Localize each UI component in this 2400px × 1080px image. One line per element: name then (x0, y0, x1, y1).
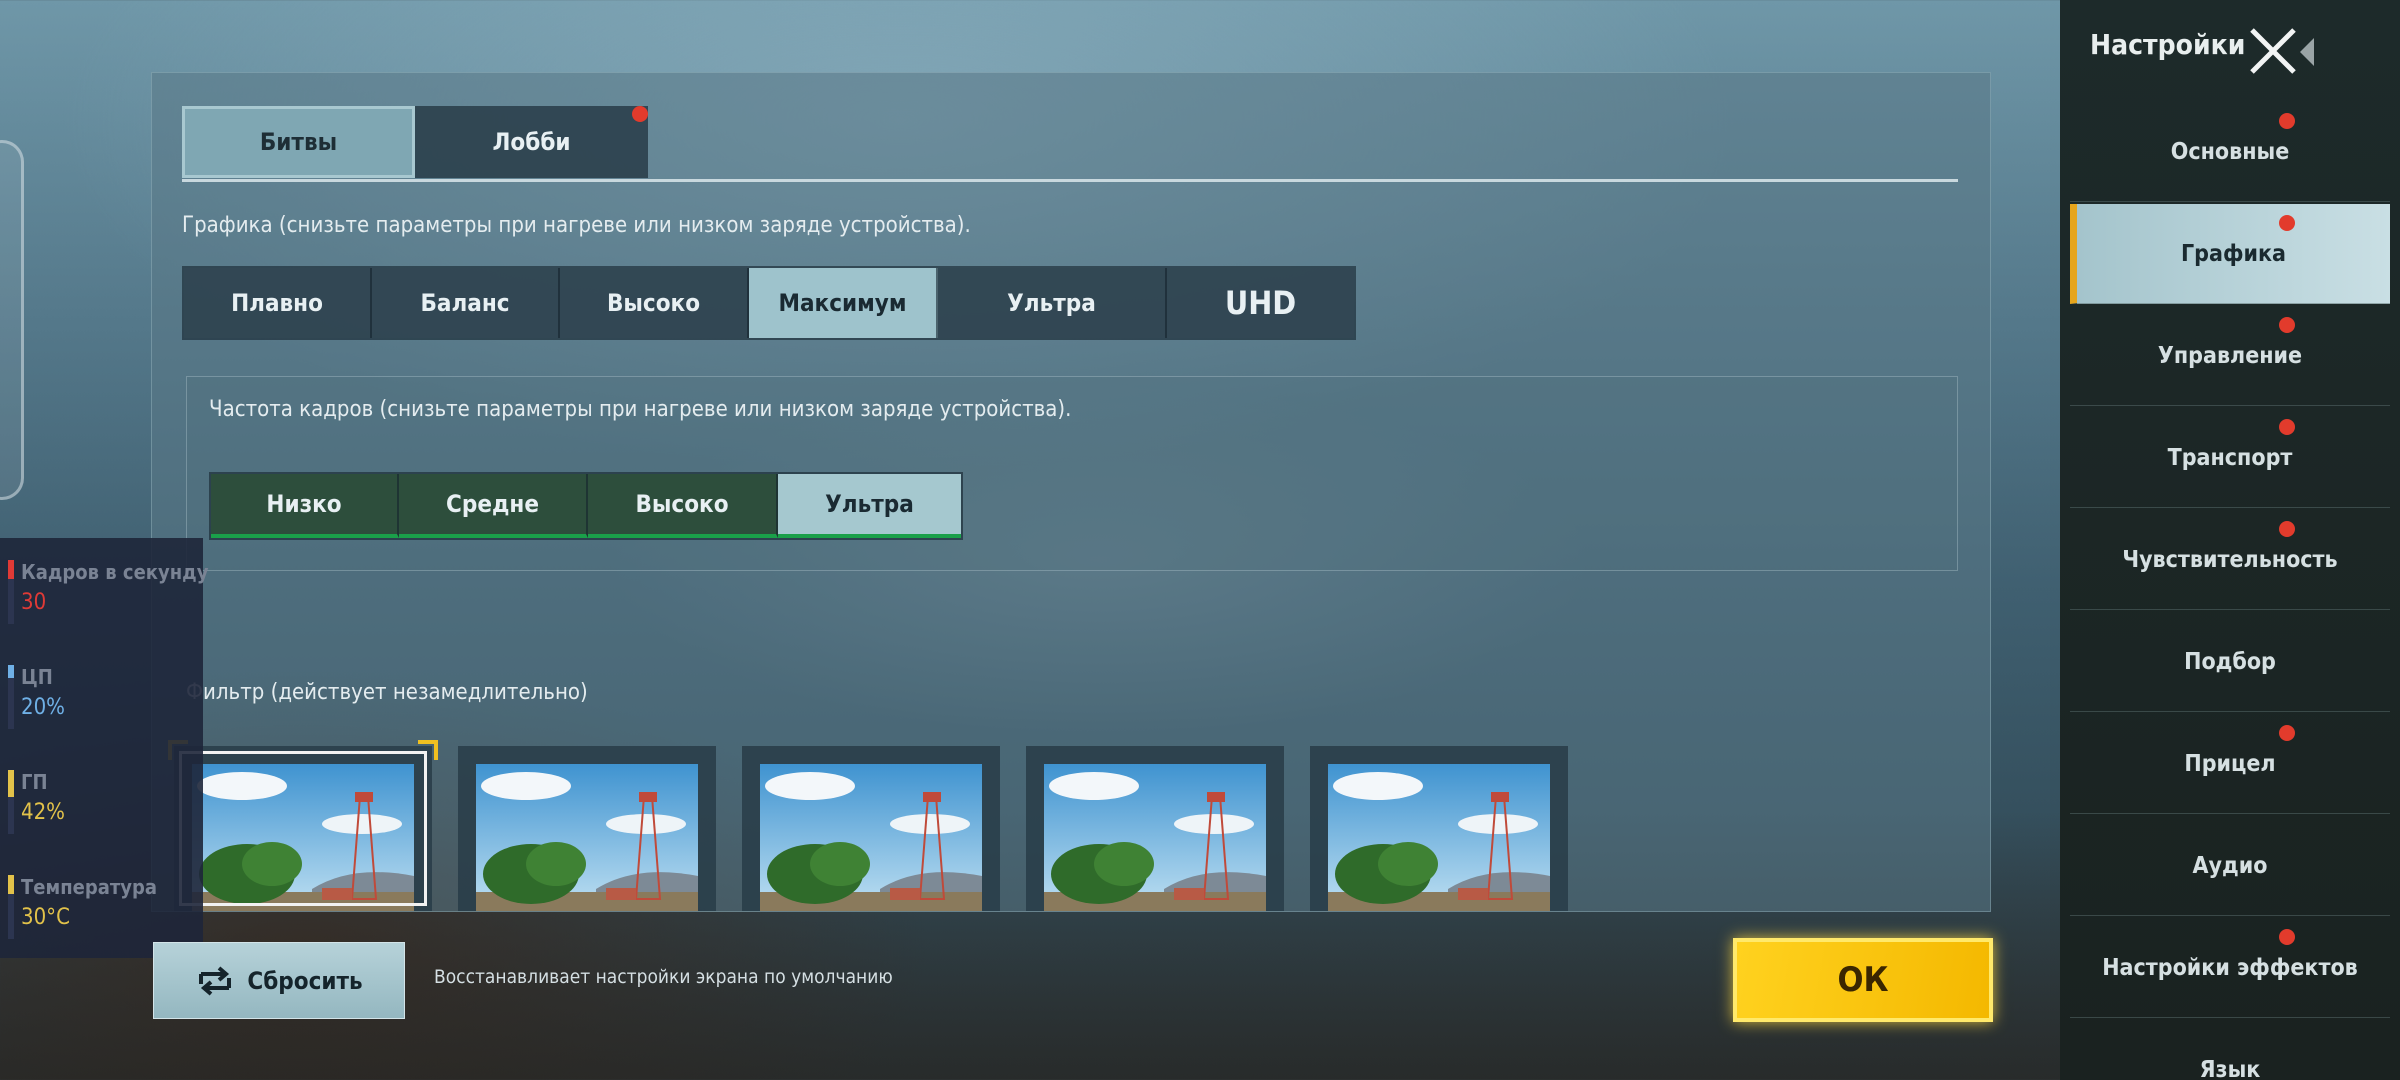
filter-thumbnail (192, 764, 414, 911)
filter-thumbnail (1044, 764, 1266, 911)
framerate-section: Частота кадров (снизьте параметры при на… (186, 376, 1958, 571)
sidebar-item-label: Транспорт (2167, 444, 2293, 471)
perf-value: 42% (21, 800, 65, 825)
sidebar-item[interactable]: Чувствительность (2070, 510, 2390, 610)
graphics-option-ultra[interactable]: Ультра (938, 268, 1167, 338)
ok-button[interactable]: ОК (1733, 938, 1993, 1022)
reset-note: Восстанавливает настройки экрана по умол… (434, 966, 893, 988)
mode-tabs: Битвы Лобби (182, 106, 648, 178)
sidebar-item[interactable]: Графика (2070, 204, 2390, 304)
sidebar-item[interactable]: Транспорт (2070, 408, 2390, 508)
notification-dot (632, 106, 648, 122)
ok-button-label: ОК (1837, 960, 1889, 1000)
sidebar-item-label: Подбор (2184, 648, 2276, 675)
perf-value: 30°C (21, 905, 70, 930)
filter-option[interactable] (1026, 746, 1284, 911)
tab-lobby-label: Лобби (492, 128, 571, 156)
framerate-option-high[interactable]: Высоко (588, 474, 778, 538)
filter-label: Фильтр (действует незамедлительно) (186, 680, 588, 705)
tab-battles[interactable]: Битвы (182, 106, 415, 178)
filter-option[interactable] (1310, 746, 1568, 911)
perf-label: ЦП (21, 665, 53, 689)
tab-lobby[interactable]: Лобби (415, 106, 648, 178)
sidebar-item-label: Управление (2157, 342, 2303, 369)
sidebar-item[interactable]: Аудио (2070, 816, 2390, 916)
close-icon (2250, 28, 2314, 74)
framerate-selector: Низко Средне Высоко Ультра (209, 472, 963, 540)
settings-panel: Битвы Лобби Графика (снизьте параметры п… (151, 72, 1991, 912)
selection-corner (418, 740, 438, 760)
graphics-option-balanced[interactable]: Баланс (372, 268, 560, 338)
sidebar-item[interactable]: Основные (2070, 102, 2390, 202)
sidebar-item-label: Основные (2170, 138, 2290, 165)
sidebar-title: Настройки (2090, 28, 2246, 61)
graphics-label: Графика (снизьте параметры при нагреве и… (182, 213, 971, 238)
sidebar-item-label: Графика (2181, 240, 2286, 267)
sidebar-item[interactable]: Управление (2070, 306, 2390, 406)
notification-dot (2279, 419, 2295, 435)
tab-battles-label: Битвы (259, 128, 338, 156)
perf-metric: ЦП 20% (8, 665, 198, 735)
reset-icon (199, 965, 232, 996)
perf-bar (8, 770, 14, 834)
sidebar-item[interactable]: Подбор (2070, 612, 2390, 712)
notification-dot (2279, 725, 2295, 741)
graphics-option-high[interactable]: Высоко (560, 268, 749, 338)
notification-dot (2279, 317, 2295, 333)
perf-bar (8, 875, 14, 939)
sidebar-item-label: Аудио (2192, 852, 2268, 879)
perf-value: 30 (21, 590, 47, 615)
filter-thumbnail (476, 764, 698, 911)
graphics-quality-selector: Плавно Баланс Высоко Максимум Ультра UHD (182, 266, 1356, 340)
framerate-option-low[interactable]: Низко (211, 474, 399, 538)
close-button[interactable] (2244, 24, 2316, 80)
perf-metric: Температура 30°C (8, 875, 198, 945)
settings-sidebar: Настройки Основные Графика Управление Транс… (2060, 0, 2400, 1080)
filter-option[interactable] (168, 740, 438, 911)
perf-label: Кадров в секунду (21, 560, 209, 584)
framerate-option-ultra[interactable]: Ультра (778, 474, 961, 538)
perf-bar (8, 560, 14, 624)
perf-label: Температура (21, 875, 158, 899)
filter-list (168, 740, 1568, 911)
sidebar-item-label: Язык (2199, 1056, 2261, 1080)
performance-overlay: Кадров в секунду 30 ЦП 20% ГП 42% Температура 3… (0, 538, 208, 958)
graphics-option-max[interactable]: Максимум (749, 268, 938, 338)
graphics-option-smooth[interactable]: Плавно (184, 268, 372, 338)
notification-dot (2279, 521, 2295, 537)
notification-dot (2279, 113, 2295, 129)
filter-thumbnail (760, 764, 982, 911)
sidebar-item-label: Настройки эффектов (2102, 954, 2358, 981)
reset-button-label: Сбросить (247, 966, 363, 995)
framerate-label: Частота кадров (снизьте параметры при на… (209, 397, 1072, 422)
sidebar-item-label: Прицел (2184, 750, 2276, 777)
perf-value: 20% (21, 695, 65, 720)
graphics-option-uhd[interactable]: UHD (1167, 268, 1354, 338)
perf-bar (8, 665, 14, 729)
left-edge-handle[interactable] (0, 140, 24, 500)
sidebar-item[interactable]: Прицел (2070, 714, 2390, 814)
tab-divider (182, 179, 1958, 182)
perf-metric: ГП 42% (8, 770, 198, 840)
framerate-option-medium[interactable]: Средне (399, 474, 588, 538)
filter-thumbnail (1328, 764, 1550, 911)
sidebar-item[interactable]: Настройки эффектов (2070, 918, 2390, 1018)
filter-option[interactable] (458, 746, 716, 911)
sidebar-item-label: Чувствительность (2122, 546, 2338, 573)
notification-dot (2279, 215, 2295, 231)
filter-option[interactable] (742, 746, 1000, 911)
reset-button[interactable]: Сбросить (153, 942, 405, 1019)
sidebar-item[interactable]: Язык (2070, 1020, 2390, 1080)
perf-label: ГП (21, 770, 48, 794)
notification-dot (2279, 929, 2295, 945)
perf-metric: Кадров в секунду 30 (8, 560, 208, 630)
